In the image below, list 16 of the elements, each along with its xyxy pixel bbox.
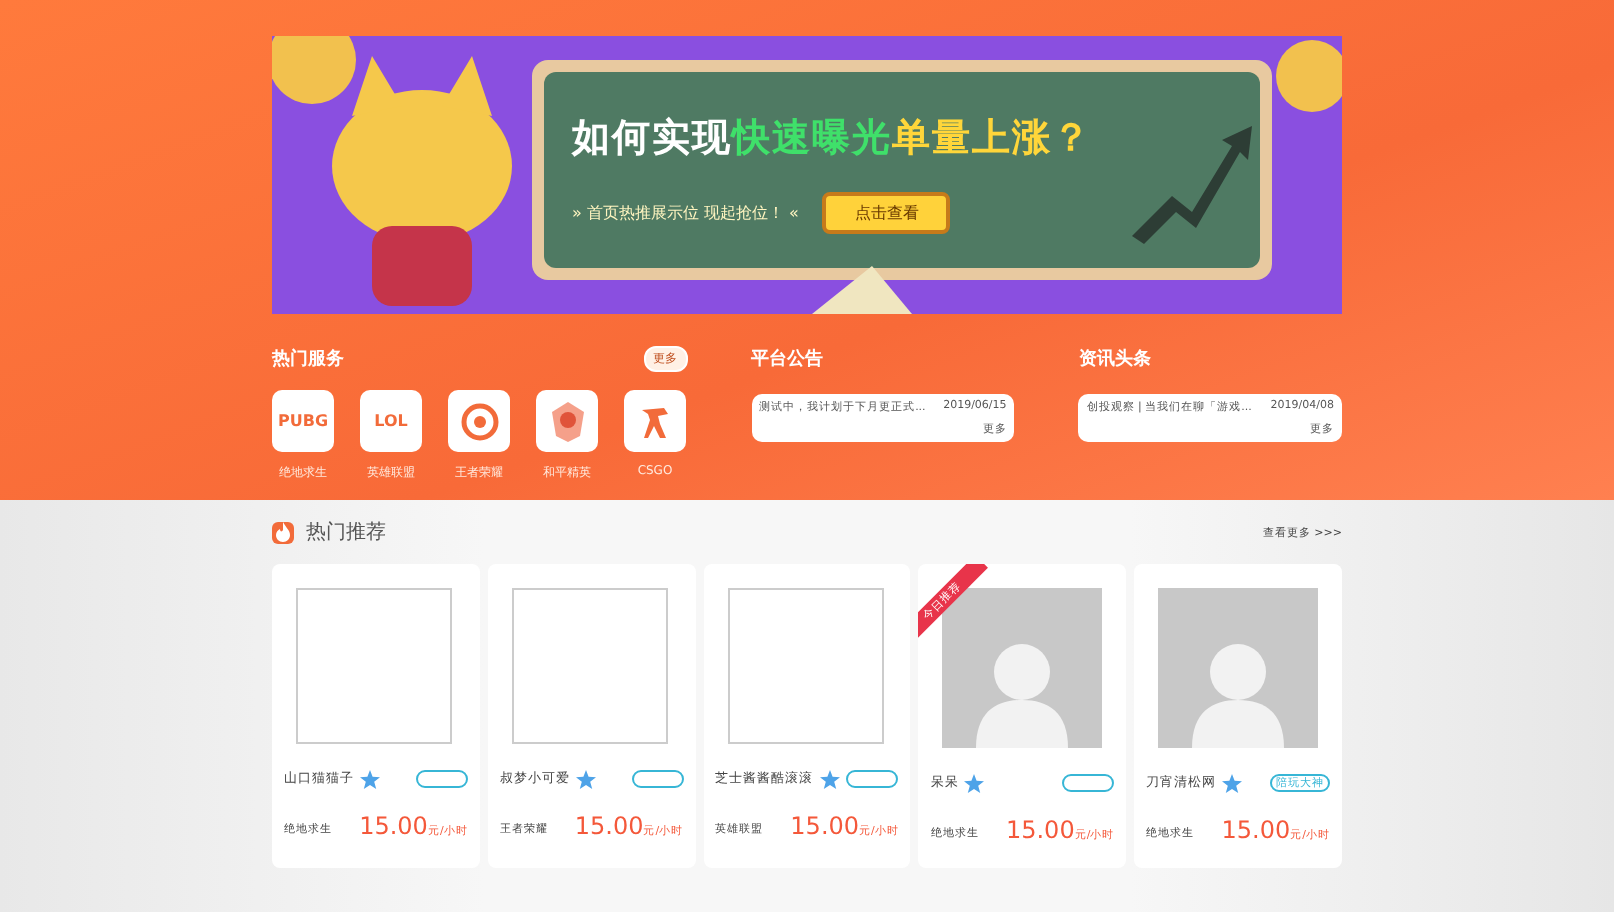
section-title: 资讯头条 [1078,346,1151,371]
banner-subtitle: » 首页热推展示位 现起抢位！ « [572,202,799,224]
avatar-icon [1158,588,1319,748]
section-title: 热门推荐 [306,519,386,546]
broken-image-icon [727,588,884,744]
banner-headline: 如何实现快速曝光单量上涨？ [572,114,1094,164]
section-title: 热门服务 [272,346,344,371]
broken-image-icon [511,588,668,744]
game-icon[interactable] [624,390,686,452]
fire-icon [272,521,294,543]
banner[interactable]: 如何实现快速曝光单量上涨？ » 首页热推展示位 现起抢位！ « 点击查看 [272,36,1342,314]
view-button[interactable]: 点击查看 [822,192,951,234]
game-icon[interactable] [536,390,598,452]
section-title: 平台公告 [751,346,824,371]
broken-image-icon [296,588,452,744]
game-icon[interactable] [448,390,510,452]
